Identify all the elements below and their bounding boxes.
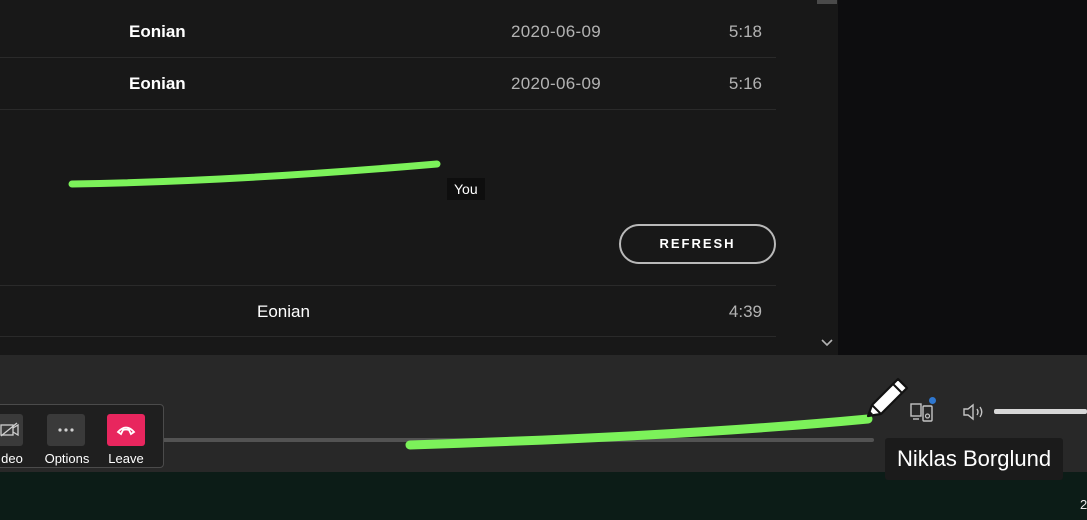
screen: Eonian 2020-06-09 5:18 Eonian 2020-06-09… [0,0,1087,520]
duration-cell: 5:18 [728,22,762,41]
leave-button[interactable] [107,414,145,446]
playback-progress-bar[interactable] [162,438,874,442]
album-cell[interactable]: Eonian [129,6,186,58]
leave-label: Leave [108,451,144,466]
volume-icon[interactable] [962,401,986,423]
scrollbar-thumb[interactable] [817,0,837,4]
video-toggle-button[interactable] [0,414,23,446]
track-list-panel: Eonian 2020-06-09 5:18 Eonian 2020-06-09… [0,0,838,355]
annotator-label: You [447,178,485,200]
options-label: Options [44,451,90,466]
volume-slider[interactable] [994,409,1087,414]
options-button[interactable] [47,414,85,446]
album-cell[interactable]: Eonian [129,58,186,110]
pencil-icon [866,377,909,418]
album-cell[interactable]: Eonian [257,286,310,338]
table-row[interactable]: Eonian 4:39 [0,285,776,337]
table-row[interactable]: Eonian 2020-06-09 5:16 [0,58,776,110]
video-label: deo [1,451,23,466]
meeting-controls: deo Options Leave [0,404,164,468]
chevron-down-icon[interactable] [818,336,836,352]
duration-cell: 5:16 [728,74,762,93]
right-side-panel [838,0,1087,355]
duration-cell: 4:39 [728,302,762,321]
date-cell: 2020-06-09 [511,22,601,41]
date-cell: 2020-06-09 [511,74,601,93]
presenter-name-tag: Niklas Borglund [885,438,1064,480]
refresh-button[interactable]: REFRESH [619,224,776,264]
taskbar-clock: 2 [1080,497,1087,512]
connect-device-icon[interactable] [910,401,934,423]
table-row[interactable]: Eonian 2020-06-09 5:18 [0,6,776,58]
active-device-indicator [929,397,936,404]
